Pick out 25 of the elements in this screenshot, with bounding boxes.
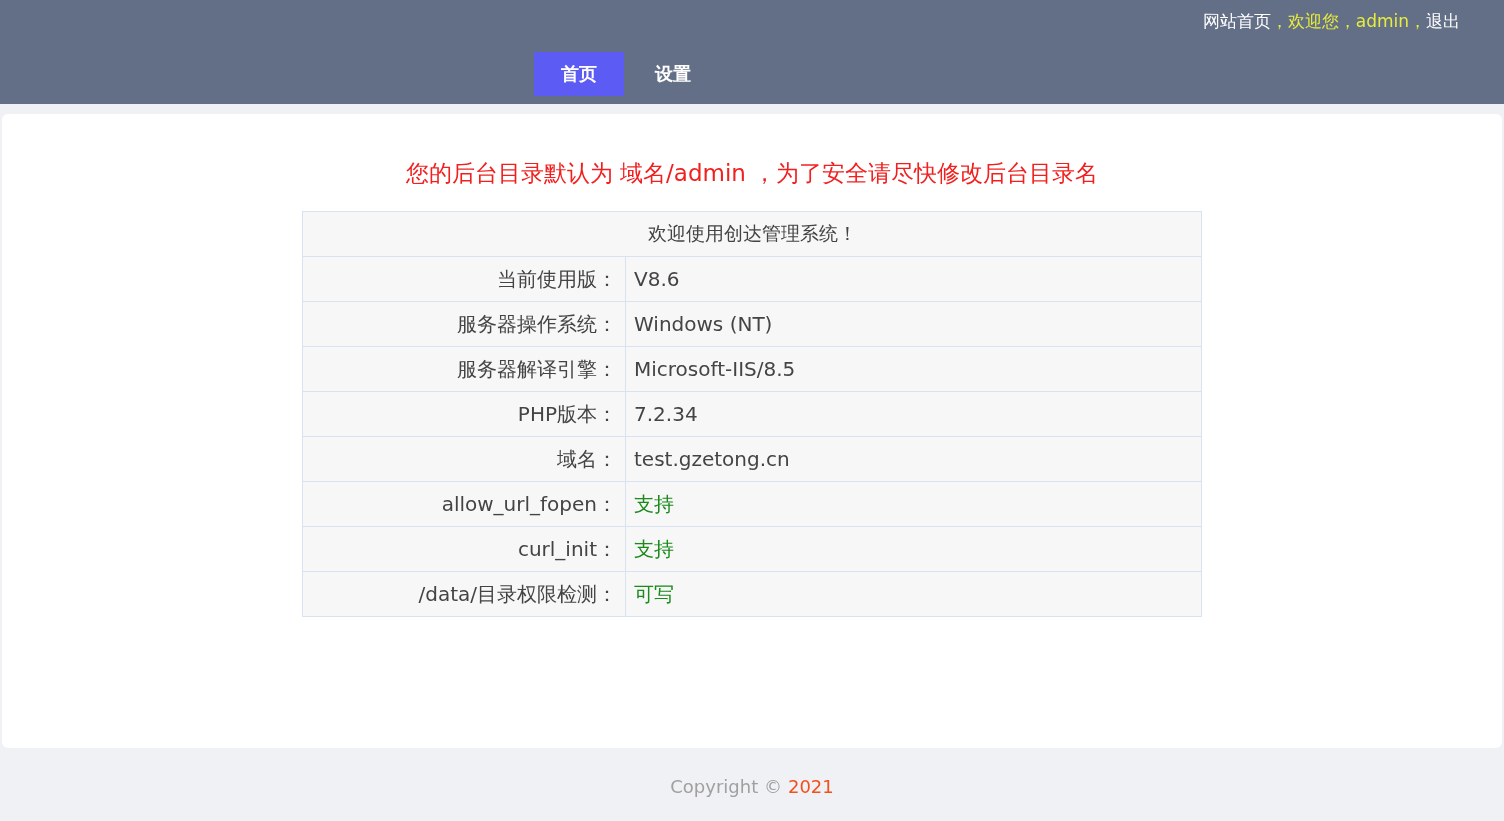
warning-text: 您的后台目录默认为 域名/admin ，为了安全请尽快修改后台目录名	[405, 159, 1099, 188]
table-cell: 可写	[625, 571, 1202, 617]
table-title: 欢迎使用创达管理系统！	[302, 211, 1202, 257]
table-cell: Microsoft-IIS/8.5	[625, 346, 1202, 392]
table-cell: allow_url_fopen：	[302, 481, 626, 527]
table-cell: 当前使用版：	[302, 256, 626, 302]
table-cell: 域名：	[302, 436, 626, 482]
table-cell: 支持	[625, 526, 1202, 572]
table-cell: 服务器解译引擎：	[302, 346, 626, 392]
nav-tab[interactable]: 首页	[534, 52, 624, 96]
copyright-year: 2021	[787, 776, 834, 797]
table-cell: curl_init：	[302, 526, 626, 572]
table-cell: /data/目录权限检测：	[302, 571, 626, 617]
header-link[interactable]: 网站首页	[1202, 10, 1271, 30]
copyright-text: Copyright ©	[670, 776, 782, 797]
table-cell: PHP版本：	[302, 391, 626, 437]
table-cell: 支持	[625, 481, 1202, 527]
welcome-text: ，欢迎您，admin，	[1270, 10, 1426, 30]
table-cell: 服务器操作系统：	[302, 301, 626, 347]
table-cell: V8.6	[625, 256, 1202, 302]
header-link[interactable]: 退出	[1426, 10, 1460, 30]
table-cell: test.gzetong.cn	[625, 436, 1202, 482]
table-cell: Windows (NT)	[625, 301, 1202, 347]
nav-tab[interactable]: 设置	[628, 52, 718, 96]
table-cell: 7.2.34	[625, 391, 1202, 437]
